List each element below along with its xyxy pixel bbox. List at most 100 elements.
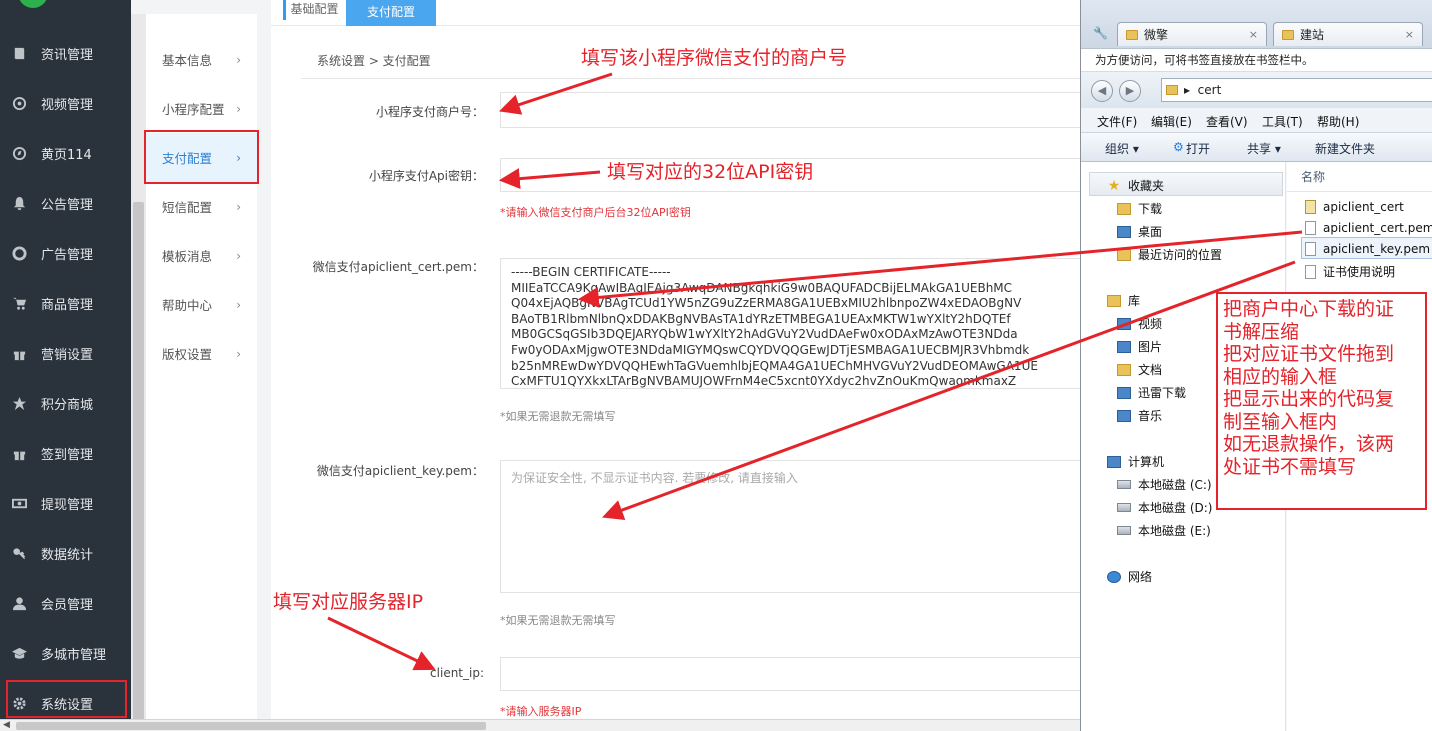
annotation-api-key: 填写对应的32位API密钥 (607, 161, 814, 183)
menu-file[interactable]: 文件(F) (1097, 113, 1137, 130)
tree-item[interactable]: ★ 收藏夹 (1107, 177, 1164, 194)
tree-item[interactable]: 最近访问的位置 (1117, 246, 1222, 263)
mch-id-input[interactable] (500, 92, 1080, 128)
tree-item[interactable]: 库 (1107, 292, 1140, 309)
sidebar-item[interactable]: 视频管理 (0, 78, 131, 128)
sidebar-item[interactable]: 会员管理 (0, 578, 131, 628)
cert-textarea[interactable]: -----BEGIN CERTIFICATE----- MIIEaTCCA9Kg… (500, 258, 1080, 389)
sidebar-item-label: 数据统计 (41, 547, 94, 563)
tree-item[interactable]: 网络 (1107, 568, 1152, 585)
tree-item-label: 收藏夹 (1128, 179, 1165, 193)
subnav-item[interactable]: 基本信息 › (146, 35, 257, 84)
close-icon[interactable]: × (1405, 28, 1414, 41)
sidebar-item[interactable]: 资讯管理 (0, 28, 131, 78)
tree-item[interactable]: 音乐 (1117, 407, 1162, 424)
cert-hint: *如果无需退款无需填写 (500, 410, 616, 423)
drive-icon (1117, 503, 1131, 512)
tree-item[interactable]: 桌面 (1117, 223, 1162, 240)
address-input[interactable]: ▸ cert (1161, 78, 1432, 102)
drive-icon (1117, 526, 1131, 535)
subnav-item[interactable]: 小程序配置 › (146, 84, 257, 133)
sidebar-item[interactable]: 签到管理 (0, 428, 131, 478)
explorer-toolbar: 组织 ▾ ⚙ 打开 共享 ▾ 新建文件夹 (1081, 132, 1432, 162)
subnav-item[interactable]: 版权设置 › (146, 329, 257, 378)
tree-item[interactable]: 本地磁盘 (C:) (1117, 476, 1212, 493)
horizontal-scroll-thumb[interactable] (16, 722, 486, 730)
user-icon (11, 595, 27, 611)
subnav-item[interactable]: 短信配置 › (146, 182, 257, 231)
subnav-item[interactable]: 帮助中心 › (146, 280, 257, 329)
sidebar-item[interactable]: 营销设置 (0, 328, 131, 378)
browser-tab-label: 微擎 (1144, 28, 1169, 42)
forward-button[interactable]: ▶ (1119, 80, 1141, 102)
client-ip-input[interactable] (500, 657, 1080, 691)
key-hint: *如果无需退款无需填写 (500, 614, 616, 627)
close-icon[interactable]: × (1249, 28, 1258, 41)
tree-item[interactable]: 计算机 (1107, 453, 1164, 470)
open-button[interactable]: 打开 (1186, 140, 1210, 157)
tree-item[interactable]: 文档 (1117, 361, 1162, 378)
menu-view[interactable]: 查看(V) (1206, 113, 1248, 130)
tree-item[interactable]: 迅雷下载 (1117, 384, 1186, 401)
organize-button[interactable]: 组织 ▾ (1105, 140, 1139, 157)
sidebar-item[interactable]: 提现管理 (0, 478, 131, 528)
blue-icon (1117, 409, 1131, 422)
scroll-left-icon[interactable]: ◀ (3, 720, 10, 730)
cert-step-line: 书解压缩 (1223, 320, 1300, 343)
book-icon (11, 45, 27, 61)
tree-item-label: 图片 (1138, 340, 1163, 354)
sidebar-item[interactable]: 广告管理 (0, 228, 131, 278)
sidebar-scrollbar[interactable] (131, 14, 146, 726)
sidebar-item[interactable]: 多城市管理 (0, 628, 131, 678)
sidebar-item-label: 公告管理 (41, 197, 94, 213)
subnav-item-label: 帮助中心 (162, 298, 213, 313)
tree-item[interactable]: 本地磁盘 (D:) (1117, 499, 1212, 516)
annotation-mch-id: 填写该小程序微信支付的商户号 (581, 47, 848, 69)
browser-tab-jianzhan[interactable]: 建站 × (1273, 22, 1423, 46)
cart-icon (11, 295, 27, 311)
sidebar-item[interactable]: 商品管理 (0, 278, 131, 328)
sidebar-item[interactable]: 黄页114 (0, 128, 131, 178)
menu-edit[interactable]: 编辑(E) (1151, 113, 1192, 130)
tree-item[interactable]: 下载 (1117, 200, 1162, 217)
horizontal-scrollbar[interactable]: ◀ (0, 719, 1080, 731)
subnav-item[interactable]: 模板消息 › (146, 231, 257, 280)
browser-tab-label: 建站 (1300, 28, 1325, 42)
column-header-name[interactable]: 名称 (1287, 162, 1432, 192)
file-item[interactable]: apiclient_cert (1305, 200, 1404, 214)
compass-icon (11, 145, 27, 161)
key-textarea[interactable]: 为保证安全性, 不显示证书内容. 若要修改, 请直接输入 (500, 460, 1080, 593)
sidebar-item[interactable]: 公告管理 (0, 178, 131, 228)
file-item[interactable]: 证书使用说明 (1305, 263, 1395, 280)
sidebar-item-label: 会员管理 (41, 597, 94, 613)
sidebar-item[interactable]: 数据统计 (0, 528, 131, 578)
subnav-item-label: 版权设置 (162, 347, 213, 362)
folder-icon (1117, 363, 1131, 376)
share-button[interactable]: 共享 ▾ (1247, 140, 1281, 157)
folder-icon (1117, 202, 1131, 215)
tree-item[interactable]: 视频 (1117, 315, 1162, 332)
config-tabs: 基础配置 支付配置 (271, 0, 1080, 26)
key-icon (11, 545, 27, 561)
folder-icon (1166, 85, 1178, 95)
tab-basic-config[interactable]: 基础配置 (283, 0, 343, 20)
file-item[interactable]: apiclient_key.pem (1305, 242, 1430, 256)
tree-item-label: 音乐 (1138, 409, 1163, 423)
tree-item[interactable]: 本地磁盘 (E:) (1117, 522, 1211, 539)
wrench-icon[interactable]: 🔧 (1093, 26, 1108, 40)
open-icon: ⚙ (1173, 140, 1184, 154)
tab-payment-config[interactable]: 支付配置 (346, 0, 436, 26)
sidebar-item-label: 提现管理 (41, 497, 94, 513)
file-icon (1305, 242, 1316, 256)
new-folder-button[interactable]: 新建文件夹 (1315, 140, 1375, 157)
menu-tools[interactable]: 工具(T) (1262, 113, 1303, 130)
sidebar-item[interactable]: 积分商城 (0, 378, 131, 428)
menu-help[interactable]: 帮助(H) (1317, 113, 1359, 130)
sidebar-scroll-thumb[interactable] (133, 202, 144, 726)
file-item[interactable]: apiclient_cert.pem (1305, 221, 1432, 235)
folder-icon (1107, 294, 1121, 307)
main-sidebar: 资讯管理 视频管理 黄页114 公告管理广告管理 商品管理 营销设置 积分商城 签到管理提现管… (0, 0, 131, 731)
browser-tab-weiqing[interactable]: 微擎 × (1117, 22, 1267, 46)
back-button[interactable]: ◀ (1091, 80, 1113, 102)
tree-item[interactable]: 图片 (1117, 338, 1162, 355)
